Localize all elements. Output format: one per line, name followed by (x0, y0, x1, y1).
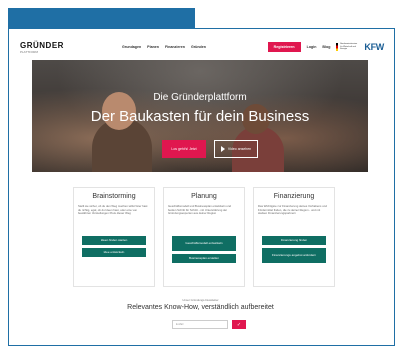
kfw-logo[interactable]: KFW (364, 42, 384, 52)
column-title: Planung (191, 193, 217, 200)
business-model-button[interactable]: Geschäftsmodell entwickeln (172, 236, 236, 251)
newsletter-kicker: Unser Gründungs-Newsletter (182, 298, 219, 302)
financing-offer-button[interactable]: Finanzierungs angebot anfordern (262, 248, 326, 263)
video-button[interactable]: Video ansehen (214, 140, 258, 158)
newsletter-title: Relevantes Know-How, verständlich aufber… (127, 304, 274, 311)
hero-title: Der Baukasten für dein Business (90, 108, 310, 125)
column-title: Brainstorming (92, 193, 136, 200)
business-plan-button[interactable]: Businessplan erstellen (172, 254, 236, 263)
ministry-text: Bundesministerium für Wirtschaft und Ene… (340, 43, 358, 51)
phase-columns: Brainstorming Stellt sie sicher, ob du d… (73, 187, 343, 287)
site-navigation: GRÜNDER PLATTFORM Grundagen Planen Finan… (20, 38, 384, 56)
ministry-logo[interactable]: Bundesministerium für Wirtschaft und Ene… (336, 42, 358, 52)
nav-actions: Registrieren Login Blog Bundesministeriu… (267, 42, 384, 52)
start-button[interactable]: Los geht's! Jetzt (162, 140, 206, 158)
idea-develop-button[interactable]: Idee entwickeln (82, 248, 146, 257)
column-text: Geschäftsmodell und Businessplan entwick… (168, 205, 231, 216)
newsletter-submit-button[interactable]: ✓ (232, 320, 246, 329)
video-button-label: Video ansehen (227, 147, 252, 151)
newsletter-section: Unser Gründungs-Newsletter Relevantes Kn… (0, 298, 401, 311)
menu-item-planen[interactable]: Planen (147, 45, 159, 49)
menu-item-finanzieren[interactable]: Finanzieren (165, 45, 185, 49)
column-finanzierung: Finanzierung Das Wichtigste zur Finanzie… (253, 187, 335, 287)
play-icon (220, 146, 225, 152)
column-brainstorming: Brainstorming Stellt sie sicher, ob du d… (73, 187, 155, 287)
financing-find-button[interactable]: Finanzierung finden (262, 236, 326, 245)
ideas-find-button[interactable]: Ideen finden starten (82, 236, 146, 245)
menu-item-grundagen[interactable]: Grundagen (122, 45, 141, 49)
login-link[interactable]: Login (307, 45, 317, 49)
blue-tab-decoration (8, 8, 195, 28)
german-flag-icon (336, 43, 339, 51)
logo-subtext: PLATTFORM (20, 49, 38, 54)
main-menu: Grundagen Planen Finanzieren Gründen (122, 45, 206, 49)
register-button[interactable]: Registrieren (267, 42, 301, 52)
column-text: Stellt sie sicher, ob du den Weg machen … (78, 205, 148, 216)
check-icon: ✓ (236, 321, 242, 328)
menu-item-gruenden[interactable]: Gründen (191, 45, 206, 49)
email-input[interactable]: E-Mail (172, 320, 228, 329)
newsletter-form: E-Mail ✓ (172, 320, 246, 329)
blog-link[interactable]: Blog (322, 45, 330, 49)
gruender-logo[interactable]: GRÜNDER PLATTFORM (20, 41, 92, 54)
column-planung: Planung Geschäftsmodell und Businessplan… (163, 187, 245, 287)
screenshot-frame: GRÜNDER PLATTFORM Grundagen Planen Finan… (0, 0, 401, 352)
column-title: Finanzierung (273, 193, 315, 200)
hero-buttons: Los geht's! Jetzt Video ansehen (162, 140, 258, 158)
hero-subtitle: Die Gründerplattform (153, 92, 247, 103)
logo-text: GRÜNDER (20, 40, 64, 50)
hero-banner: Die Gründerplattform Der Baukasten für d… (32, 60, 368, 172)
column-text: Das Wichtigste zur Finanzierung deines V… (258, 205, 327, 216)
